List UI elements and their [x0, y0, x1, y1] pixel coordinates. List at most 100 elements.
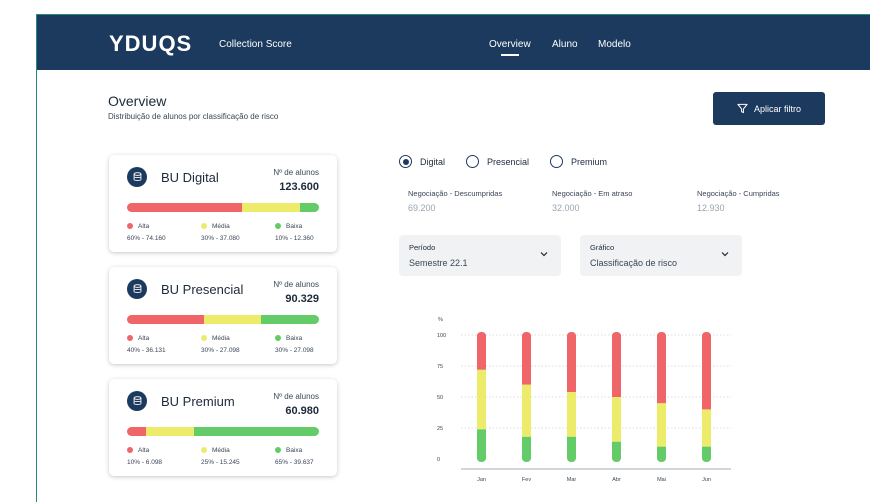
legend-baixa: Baixa	[275, 335, 302, 342]
y-tick-label: 50	[437, 395, 443, 401]
media-segment	[203, 315, 262, 324]
alta-segment	[127, 427, 147, 436]
x-tick-label: Jun	[702, 477, 711, 483]
bar-media	[657, 403, 666, 447]
x-tick-label: Mar	[567, 477, 577, 483]
database-icon	[127, 391, 147, 411]
database-icon	[127, 279, 147, 299]
bu-card-count-label: Nº de alunos	[273, 168, 319, 177]
alta-dot-icon	[127, 447, 133, 453]
bar-cap-bottom	[612, 454, 621, 462]
apply-filter-button[interactable]: Aplicar filtro	[713, 92, 825, 125]
legend-alta-value: 10% - 6.098	[127, 459, 163, 466]
nav-aluno[interactable]: Aluno	[552, 39, 578, 50]
legend-alta-value: 40% - 36.131	[127, 347, 166, 354]
baixa-dot-icon	[275, 223, 281, 229]
chart-type-select[interactable]: Gráfico Classificação de risco	[580, 235, 742, 276]
filter-icon	[737, 103, 748, 114]
legend-alta-value: 60% - 74.160	[127, 235, 166, 242]
bar-alta	[477, 335, 486, 370]
bu-card-premium[interactable]: BU Premium Nº de alunos 60.980 Alta Médi…	[109, 379, 337, 476]
x-tick-label: Fev	[522, 477, 531, 483]
alta-dot-icon	[127, 223, 133, 229]
stat-descumpridas-label: Negociação - Descumpridas	[408, 189, 503, 198]
bar-cap-top	[567, 332, 576, 340]
bu-card-count: 90.329	[285, 293, 319, 305]
legend-alta: Alta	[127, 335, 149, 342]
nav-overview[interactable]: Overview	[489, 39, 531, 56]
bu-card-name: BU Premium	[161, 394, 235, 409]
legend-media: Média	[201, 447, 230, 454]
x-tick-label: Jan	[477, 477, 486, 483]
bu-card-count-label: Nº de alunos	[273, 392, 319, 401]
legend-baixa-value: 10% - 12.360	[275, 235, 314, 242]
bu-card-digital[interactable]: BU Digital Nº de alunos 123.600 Alta Méd…	[109, 155, 337, 252]
x-tick-label: Abr	[612, 477, 621, 483]
bu-card-name: BU Presencial	[161, 282, 244, 297]
baixa-segment	[299, 203, 319, 212]
bar-cap-top	[702, 332, 711, 340]
database-icon	[127, 167, 147, 187]
legend-baixa: Baixa	[275, 223, 302, 230]
bar-media	[567, 392, 576, 437]
chevron-down-icon	[721, 252, 729, 257]
x-tick-label: Mai	[657, 477, 666, 483]
bar-media	[612, 397, 621, 442]
alta-segment	[127, 315, 204, 324]
bar-media	[477, 369, 486, 430]
bu-card-presencial[interactable]: BU Presencial Nº de alunos 90.329 Alta M…	[109, 267, 337, 364]
bar-cap-bottom	[657, 454, 666, 462]
bar-cap-top	[612, 332, 621, 340]
period-select-label: Período	[409, 243, 436, 252]
bar-cap-top	[477, 332, 486, 340]
nav-modelo[interactable]: Modelo	[598, 39, 631, 50]
baixa-dot-icon	[275, 447, 281, 453]
bu-card-count-label: Nº de alunos	[273, 280, 319, 289]
media-dot-icon	[201, 447, 207, 453]
legend-media: Média	[201, 223, 230, 230]
radio-premium[interactable]: Premium	[550, 155, 607, 168]
page-subtitle: Distribuição de alunos por classificação…	[108, 112, 279, 121]
stat-descumpridas-value: 69.200	[408, 203, 436, 213]
legend-media-value: 30% - 37.080	[201, 235, 240, 242]
baixa-dot-icon	[275, 335, 281, 341]
bu-card-count: 60.980	[285, 405, 319, 417]
period-select[interactable]: Período Semestre 22.1	[399, 235, 561, 276]
bar-cap-bottom	[477, 454, 486, 462]
stat-cumpridas-label: Negociação - Cumpridas	[697, 189, 780, 198]
y-tick-label: 25	[437, 426, 443, 432]
bar-alta	[612, 335, 621, 397]
bu-card-count: 123.600	[279, 181, 319, 193]
radio-presencial[interactable]: Presencial	[466, 155, 529, 168]
y-tick-label: 0	[437, 457, 440, 463]
radio-selected-icon	[399, 155, 412, 168]
apply-filter-label: Aplicar filtro	[753, 103, 801, 114]
risk-distribution-bar	[127, 315, 319, 324]
page-title: Overview	[108, 93, 167, 109]
bar-alta	[567, 335, 576, 393]
legend-baixa-value: 30% - 27.098	[275, 347, 314, 354]
bar-media	[522, 384, 531, 437]
bar-alta	[702, 335, 711, 410]
stat-cumpridas-value: 12.930	[697, 203, 725, 213]
bar-cap-top	[522, 332, 531, 340]
baixa-segment	[261, 315, 319, 324]
app-name: Collection Score	[219, 39, 292, 50]
bar-cap-top	[657, 332, 666, 340]
legend-alta: Alta	[127, 223, 149, 230]
y-tick-label: 75	[437, 364, 443, 370]
media-dot-icon	[201, 223, 207, 229]
y-tick-label: 100	[437, 333, 446, 339]
stat-em-atraso-label: Negociação - Em atraso	[552, 189, 633, 198]
radio-digital[interactable]: Digital	[399, 155, 445, 168]
bar-cap-bottom	[522, 454, 531, 462]
top-bar: YDUQS Collection Score Overview Aluno Mo…	[37, 15, 870, 70]
legend-media: Média	[201, 335, 230, 342]
media-segment	[146, 427, 195, 436]
legend-baixa: Baixa	[275, 447, 302, 454]
bar-cap-bottom	[702, 454, 711, 462]
radio-unselected-icon	[550, 155, 563, 168]
legend-media-value: 25% - 15.245	[201, 459, 240, 466]
chevron-down-icon	[540, 252, 548, 257]
radio-unselected-icon	[466, 155, 479, 168]
